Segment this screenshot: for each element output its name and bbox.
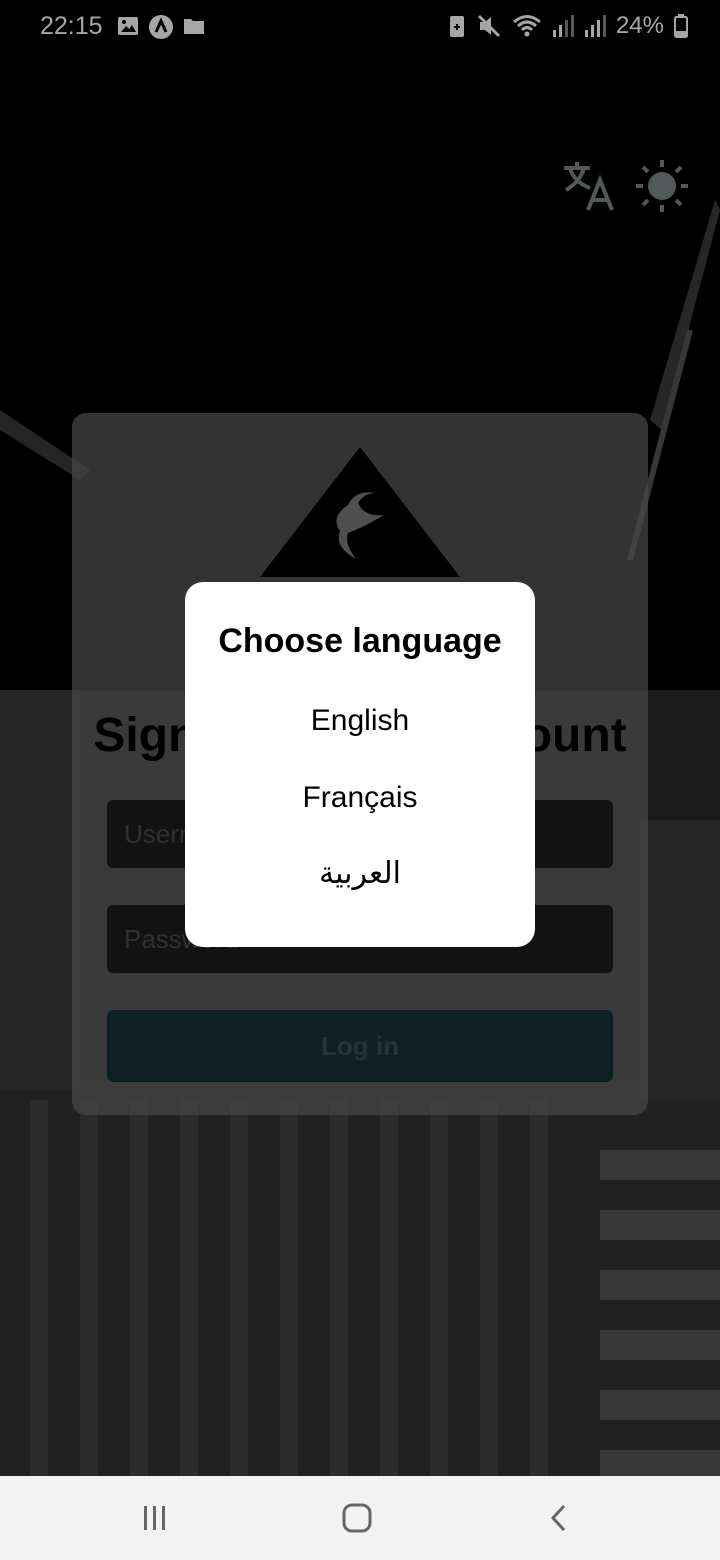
dialog-title: Choose language	[218, 622, 502, 660]
recent-apps-button[interactable]	[125, 1496, 185, 1540]
screen: 22:15 24% Sign Username Password Log in …	[0, 0, 720, 1560]
back-icon	[550, 1504, 566, 1532]
language-option-french[interactable]: Français	[185, 781, 535, 815]
language-option-arabic[interactable]: العربية	[185, 856, 535, 891]
home-button[interactable]	[327, 1496, 387, 1540]
back-button[interactable]	[529, 1496, 589, 1540]
home-icon	[342, 1503, 372, 1533]
recent-apps-icon	[144, 1506, 165, 1530]
navigation-bar	[0, 1476, 720, 1560]
language-dialog: Choose language English Français العربية	[185, 582, 535, 947]
language-option-english[interactable]: English	[185, 704, 535, 738]
